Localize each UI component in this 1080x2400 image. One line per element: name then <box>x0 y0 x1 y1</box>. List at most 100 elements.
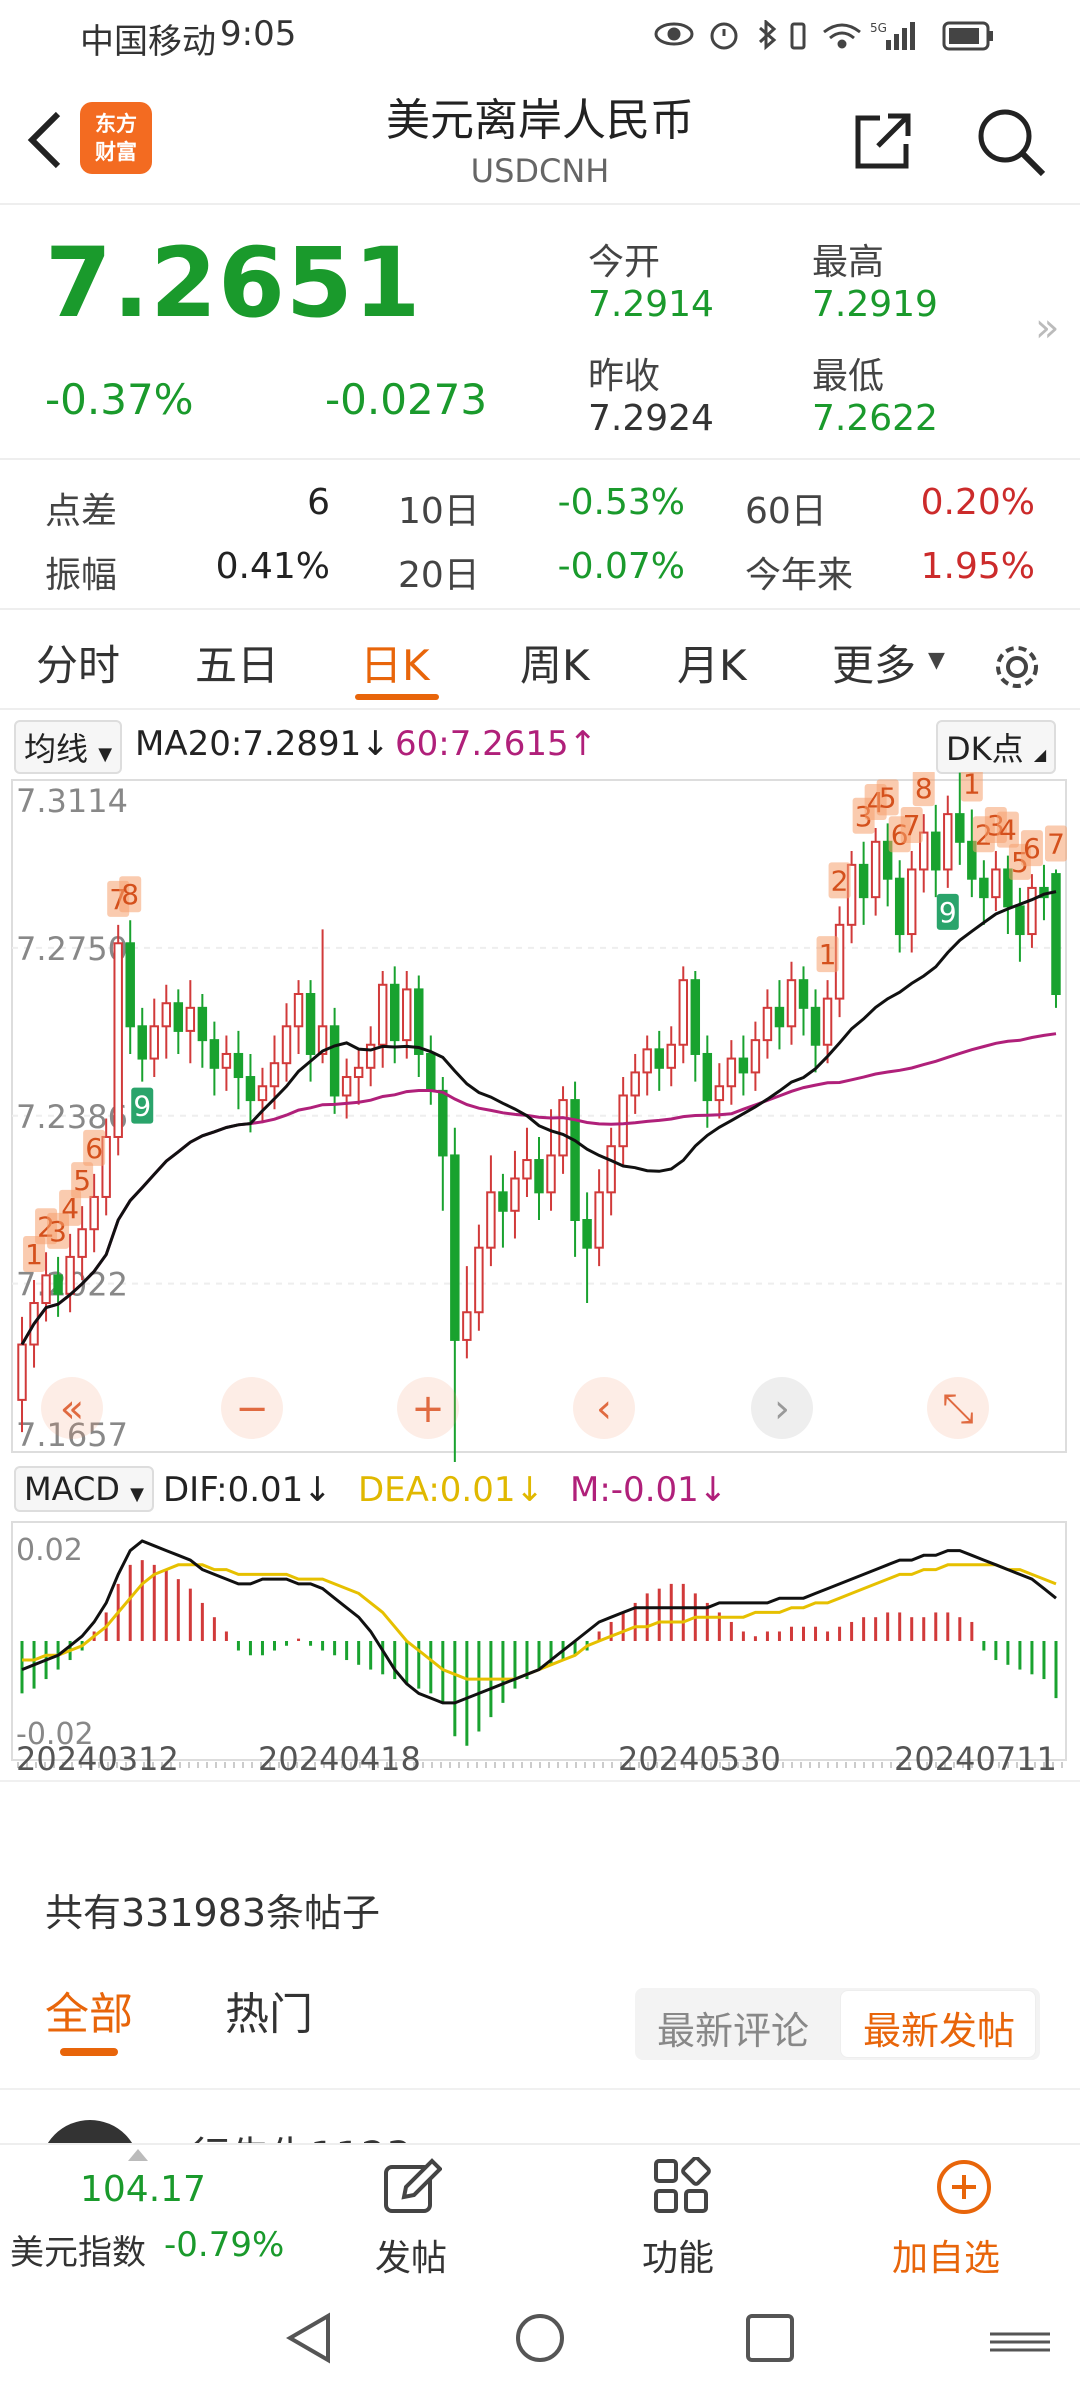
candle-body <box>486 1191 496 1249</box>
period-value: 0.20% <box>920 482 1035 523</box>
tab-five-day[interactable]: 五日 <box>195 632 279 693</box>
caret-down-icon: ▼ <box>98 744 113 765</box>
usd-index-widget[interactable]: 104.17 美元指数 -0.79% <box>0 2145 284 2280</box>
macd-selector[interactable]: MACD ▼ <box>14 1466 154 1512</box>
candle-body <box>798 979 809 1009</box>
add-watchlist-button[interactable]: 加自选 <box>870 2145 1050 2280</box>
top-navigation: 东方 财富 美元离岸人民币 USDCNH <box>0 70 1080 205</box>
tab-more[interactable]: 更多 <box>832 632 916 693</box>
tab-weekly-k[interactable]: 周K <box>520 632 590 693</box>
candle-body <box>1027 886 1037 936</box>
candle-body <box>606 1145 616 1194</box>
candle-body <box>125 942 135 1028</box>
eye-icon <box>654 22 694 46</box>
expand-chevron-icon[interactable]: » <box>1035 305 1059 351</box>
candle-body <box>810 1006 821 1046</box>
candle-body <box>450 1154 460 1341</box>
nav-back-icon[interactable] <box>282 2310 338 2366</box>
tab-daily-k[interactable]: 日K <box>360 632 430 693</box>
share-icon[interactable] <box>850 108 916 174</box>
candle-body <box>426 1052 436 1092</box>
candle-body <box>894 877 905 936</box>
period-value: 1.95% <box>920 546 1035 587</box>
candle-body <box>41 1274 51 1305</box>
ma-indicator-bar: 均线 ▼ MA20:7.2891↓ 60:7.2615↑ DK点 ◢ <box>0 716 1080 774</box>
candle-body <box>402 988 412 1042</box>
post-count: 共有331983条帖子 <box>45 1891 381 1935</box>
sort-latest-comment[interactable]: 最新评论 <box>657 2000 809 2055</box>
tab-monthly-k[interactable]: 月K <box>677 632 747 693</box>
td-marker-label: 1 <box>963 772 981 801</box>
pan-left-icon: ‹ <box>596 1386 612 1432</box>
status-icons: 5G <box>654 20 993 51</box>
candle-body <box>702 1052 713 1102</box>
system-nav-bar <box>0 2278 1080 2400</box>
app-logo[interactable]: 东方 财富 <box>80 102 152 174</box>
gear-icon[interactable] <box>990 640 1044 694</box>
macd-selector-label: MACD <box>24 1470 120 1508</box>
search-icon[interactable] <box>975 106 1047 178</box>
divider <box>0 2088 1080 2090</box>
period-tabs: 分时 五日 日K 周K 月K 更多 ▼ <box>0 610 1080 710</box>
zoom-out-button[interactable]: − <box>221 1377 283 1439</box>
quote-panel: 7.2651 -0.37% -0.0273 今开 7.2914 最高 7.291… <box>0 207 1080 460</box>
back-icon[interactable] <box>22 108 66 172</box>
nav-home-icon[interactable] <box>512 2310 568 2366</box>
ma-selector[interactable]: 均线 ▼ <box>14 720 123 774</box>
candle-body <box>377 983 388 1046</box>
caret-down-icon[interactable]: ▼ <box>928 648 945 673</box>
candle-body <box>979 877 989 899</box>
candle-body <box>474 1246 484 1314</box>
candle-body <box>943 813 953 871</box>
candle-body <box>1015 905 1025 936</box>
candle-body <box>582 1219 592 1249</box>
td-marker-label: 9 <box>133 1090 151 1123</box>
candle-body <box>594 1191 604 1249</box>
kline-chart[interactable]: 7.31147.27507.23867.20227.16571234567891… <box>0 772 1080 1462</box>
candle-body <box>690 979 701 1055</box>
candle-body <box>762 1006 773 1042</box>
candle-body <box>209 1039 220 1069</box>
candle-body <box>558 1099 568 1157</box>
tab-hot-posts[interactable]: 热门 <box>225 1978 313 2042</box>
pan-left-button[interactable]: ‹ <box>573 1377 635 1439</box>
date-tick-label: 20240711 <box>894 1740 1057 1778</box>
td-marker-label: 8 <box>915 772 933 805</box>
fullscreen-icon: ⤡ <box>942 1386 974 1432</box>
zoom-in-button[interactable]: + <box>397 1377 459 1439</box>
pan-right-button[interactable]: › <box>751 1377 813 1439</box>
candle-body <box>65 1255 75 1295</box>
nav-menu-icon[interactable] <box>990 2326 1050 2356</box>
candle-body <box>269 1062 280 1088</box>
period-label: 今年来 <box>745 555 854 596</box>
candle-body <box>786 979 797 1028</box>
period-value: -0.53% <box>557 482 685 523</box>
fullscreen-button[interactable]: ⤡ <box>927 1377 989 1439</box>
tab-all-posts[interactable]: 全部 <box>45 1978 133 2042</box>
candle-body <box>726 1057 737 1088</box>
sort-latest-post[interactable]: 最新发帖 <box>863 2000 1015 2055</box>
td-marker-label: 5 <box>73 1164 91 1197</box>
candle-body <box>678 979 689 1046</box>
candle-body <box>522 1159 532 1180</box>
candle-body <box>822 997 833 1046</box>
dk-points-button[interactable]: DK点 ◢ <box>936 720 1057 774</box>
tab-intraday[interactable]: 分时 <box>36 632 120 693</box>
function-button[interactable]: 功能 <box>600 2145 760 2280</box>
add-watchlist-label: 加自选 <box>892 2238 1001 2279</box>
candle-body <box>642 1048 652 1074</box>
post-button[interactable]: 发帖 <box>330 2145 490 2280</box>
pan-far-left-button[interactable]: « <box>41 1377 103 1439</box>
stats-row: 振幅 0.41% 20日 -0.07% 今年来 1.95% <box>0 546 1080 596</box>
stats-row: 点差 6 10日 -0.53% 60日 0.20% <box>0 482 1080 532</box>
price-tick-label: 7.3114 <box>16 782 128 820</box>
stats-panel: 点差 6 10日 -0.53% 60日 0.20% 振幅 0.41% 20日 -… <box>0 462 1080 608</box>
open-value: 7.2914 <box>588 284 714 325</box>
stat-label: 点差 <box>45 491 118 532</box>
stat-value: 6 <box>307 482 330 523</box>
candle-body <box>510 1177 520 1212</box>
divider <box>0 1780 1080 1782</box>
macd-chart[interactable]: 0.02-0.0220240312 20240418 20240530 2024071… <box>0 1518 1080 1778</box>
nav-recent-icon[interactable] <box>742 2310 798 2366</box>
tab-underline <box>355 694 439 700</box>
